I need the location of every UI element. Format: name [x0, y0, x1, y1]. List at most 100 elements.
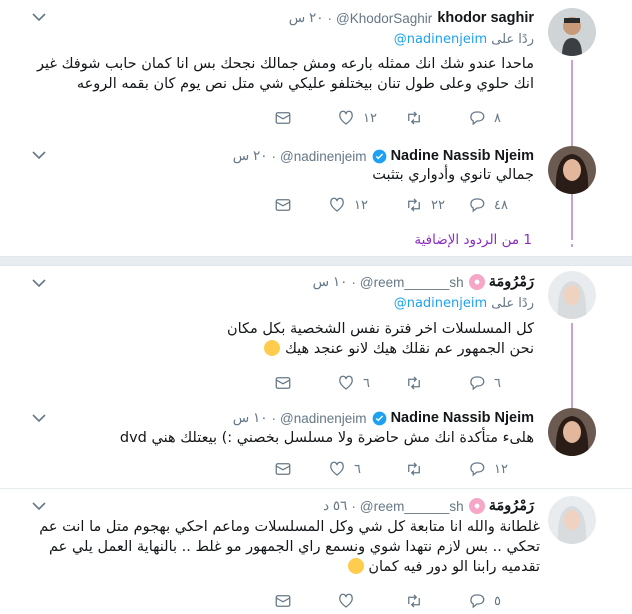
tweet-text: غلطانة والله انا متابعة كل شي وكل المسلس… — [39, 519, 540, 575]
tweet-actions: ٥ — [0, 590, 632, 612]
retweet-button[interactable] — [405, 590, 441, 612]
tweet-header: رَمْرُومَة @reem______sh · ٥٦ د — [60, 496, 534, 516]
user-handle[interactable]: @KhodorSaghir — [336, 11, 432, 26]
reply-icon — [470, 111, 485, 126]
kiss-emoji — [347, 558, 364, 574]
dm-icon — [275, 595, 291, 607]
like-icon — [339, 110, 353, 125]
like-button[interactable]: ٦ — [337, 372, 373, 394]
tweet-text-line-2: نحن الجمهور عم نقلك هيك لانو عنجد هيك — [20, 339, 534, 359]
dm-icon — [275, 463, 291, 475]
tweet-header: khodor saghir @KhodorSaghir · ٢٠ س — [60, 8, 534, 28]
user-handle[interactable]: @reem______sh — [360, 275, 464, 290]
flower-emoji — [468, 498, 485, 514]
display-name[interactable]: رَمْرُومَة — [489, 498, 534, 514]
separator-dot: · — [351, 274, 356, 290]
retweet-icon — [408, 198, 420, 212]
flower-emoji — [468, 274, 485, 290]
retweet-icon — [408, 594, 420, 608]
tweet-1[interactable]: khodor saghir @KhodorSaghir · ٢٠ س ردًا … — [0, 0, 632, 240]
separator-dot: · — [271, 410, 277, 426]
caret-down-icon[interactable] — [32, 413, 46, 423]
tweet-text: ماحدا عندو شك انك ممثله بارعه ومش جمالك … — [37, 56, 534, 92]
separator-dot: · — [271, 148, 277, 164]
tweet-2[interactable]: Nadine Nassib Njeim @nadinenjeim · ٢٠ س … — [0, 138, 632, 258]
replying-to-link[interactable]: @nadinenjeim — [394, 296, 487, 311]
timestamp[interactable]: ١٠ س — [313, 274, 348, 290]
tweet-4[interactable]: Nadine Nassib Njeim @nadinenjeim · ١٠ س … — [0, 402, 632, 486]
reply-button[interactable]: ٨ — [468, 107, 504, 129]
display-name[interactable]: khodor saghir — [437, 10, 534, 26]
dm-button[interactable] — [274, 458, 292, 480]
avatar-reem[interactable] — [548, 271, 596, 319]
retweet-button[interactable] — [405, 372, 441, 394]
user-handle[interactable]: @nadinenjeim — [280, 411, 367, 426]
reply-count: ١٢ — [494, 461, 508, 476]
dm-button[interactable] — [274, 107, 292, 129]
user-handle[interactable]: @nadinenjeim — [280, 149, 367, 164]
reply-count: ٤٨ — [494, 197, 508, 212]
timestamp[interactable]: ٥٦ د — [323, 498, 347, 514]
reply-button[interactable]: ٥ — [468, 590, 504, 612]
like-button[interactable] — [337, 590, 373, 612]
reply-button[interactable]: ٦ — [468, 372, 504, 394]
like-icon — [339, 593, 353, 608]
replying-to-link[interactable]: @nadinenjeim — [394, 32, 487, 47]
reply-count: ٥ — [494, 593, 501, 608]
user-handle[interactable]: @reem______sh — [360, 499, 464, 514]
reply-button[interactable]: ١٢ — [468, 458, 508, 480]
like-button[interactable]: ٦ — [328, 458, 364, 480]
dm-icon — [275, 377, 291, 389]
tweet-actions: ١٢ ٦ — [0, 458, 632, 480]
like-count: ١٢ — [354, 197, 368, 212]
caret-down-icon[interactable] — [32, 150, 46, 160]
avatar-khodor[interactable] — [548, 8, 596, 56]
tweet-text-line-1: كل المسلسلات اخر فترة نفس الشخصية بكل مك… — [226, 321, 534, 337]
dm-button[interactable] — [274, 194, 292, 216]
separator-dot: · — [351, 498, 356, 514]
timestamp[interactable]: ٢٠ س — [233, 148, 268, 164]
tweet-actions: ٨ ١٢ — [0, 107, 632, 129]
caret-down-icon[interactable] — [32, 501, 46, 511]
display-name[interactable]: رَمْرُومَة — [489, 274, 534, 290]
reply-icon — [470, 198, 485, 213]
thread-line — [571, 323, 573, 413]
dm-button[interactable] — [274, 590, 292, 612]
display-name[interactable]: Nadine Nassib Njeim — [391, 148, 534, 164]
caret-down-icon[interactable] — [32, 12, 46, 22]
separator-dot: · — [327, 10, 333, 26]
tweet-actions: ٤٨ ٢٢ ١٢ — [0, 194, 632, 216]
timestamp[interactable]: ١٠ س — [233, 410, 268, 426]
dm-icon — [275, 199, 291, 211]
reply-count: ٨ — [494, 110, 501, 125]
display-name[interactable]: Nadine Nassib Njeim — [391, 410, 534, 426]
verified-icon — [372, 411, 386, 425]
avatar-reem[interactable] — [548, 496, 596, 544]
tweet-actions: ٦ ٦ — [0, 372, 632, 394]
retweet-button[interactable] — [405, 458, 441, 480]
reply-button[interactable]: ٤٨ — [468, 194, 508, 216]
avatar-nadine[interactable] — [548, 146, 596, 194]
tweet-5[interactable]: رَمْرُومَة @reem______sh · ٥٦ د غلطانة و… — [0, 490, 632, 614]
replying-to: ردًا على @nadinenjeim — [394, 296, 534, 311]
retweet-icon — [408, 111, 420, 125]
tweet-text: جمالي تانوي وأدواري بتثبت — [372, 167, 534, 183]
tweet-3[interactable]: رَمْرُومَة @reem______sh · ١٠ س ردًا على… — [0, 268, 632, 413]
show-more-replies-link[interactable]: 1 من الردود الإضافية — [414, 232, 532, 248]
tweet-header: Nadine Nassib Njeim @nadinenjeim · ٢٠ س — [60, 146, 534, 166]
like-count: ٦ — [354, 461, 361, 476]
retweet-button[interactable] — [405, 107, 441, 129]
reply-icon — [470, 376, 485, 391]
like-button[interactable]: ١٢ — [328, 194, 368, 216]
dm-button[interactable] — [274, 372, 292, 394]
like-count: ٦ — [363, 375, 370, 390]
dm-icon — [275, 112, 291, 124]
caret-down-icon[interactable] — [32, 278, 46, 288]
retweet-icon — [408, 462, 420, 476]
tweet-header: Nadine Nassib Njeim @nadinenjeim · ١٠ س — [60, 408, 534, 428]
retweet-button[interactable]: ٢٢ — [405, 194, 445, 216]
like-button[interactable]: ١٢ — [337, 107, 377, 129]
timestamp[interactable]: ٢٠ س — [289, 10, 324, 26]
avatar-nadine[interactable] — [548, 408, 596, 456]
reply-icon — [470, 594, 485, 609]
